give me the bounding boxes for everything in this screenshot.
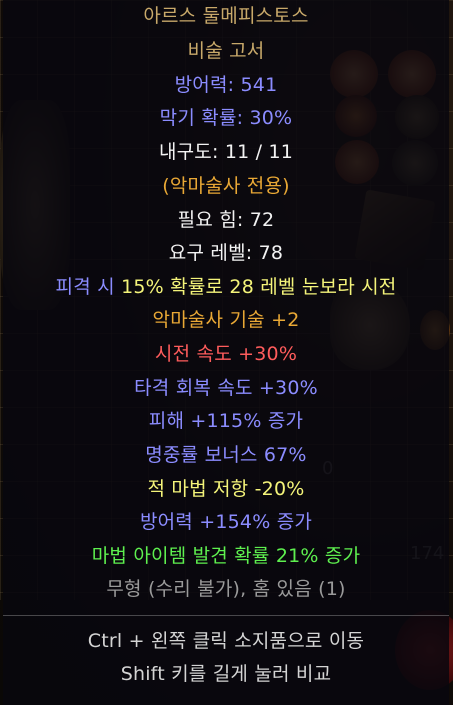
item-name: 아르스 둘메피스토스	[143, 5, 309, 27]
hint-shift-compare: Shift 키를 길게 눌러 비교	[120, 663, 332, 685]
mod-hit-recovery: 타격 회복 속도 +30%	[134, 377, 318, 399]
block-stat: 막기 확률: 30%	[159, 107, 293, 129]
hint-ctrl-click: Ctrl + 왼쪽 클릭 소지품으로 이동	[87, 630, 365, 652]
ethereal-sockets: 무형 (수리 불가), 홈 있음 (1)	[106, 578, 346, 600]
item-tooltip: 아르스 둘메피스토스 비술 고서 방어력: 541 막기 확률: 30% 내구도…	[3, 0, 449, 705]
class-restriction: (악마술사 전용)	[162, 175, 290, 197]
mod-magic-find: 마법 아이템 발견 확률 21% 증가	[91, 545, 361, 567]
mod-armour-percent: 방어력 +154% 증가	[139, 511, 313, 533]
mod-cast-speed: 시전 속도 +30%	[154, 343, 298, 365]
mod-damage: 피해 +115% 증가	[148, 410, 304, 432]
tooltip-divider	[3, 615, 449, 616]
strength-requirement: 필요 힘: 72	[177, 209, 275, 231]
mod-skill-bonus: 악마술사 기술 +2	[152, 309, 300, 331]
level-requirement: 요구 레벨: 78	[168, 242, 284, 264]
mod-attack-rating: 명중률 보너스 67%	[145, 444, 307, 466]
mod-cast-on-hit: 피격 시 15% 확률로 28 레벨 눈보라 시전	[55, 276, 397, 298]
item-base-type: 비술 고서	[187, 40, 265, 62]
mod-magic-resist: 적 마법 저항 -20%	[147, 478, 305, 500]
armour-stat: 방어력: 541	[174, 74, 278, 96]
durability-stat: 내구도: 11 / 11	[158, 141, 294, 163]
game-screen: 0 174 아르스 둘메피스토스 비술 고서 방어력: 541 막기 확률: 3…	[0, 0, 453, 705]
